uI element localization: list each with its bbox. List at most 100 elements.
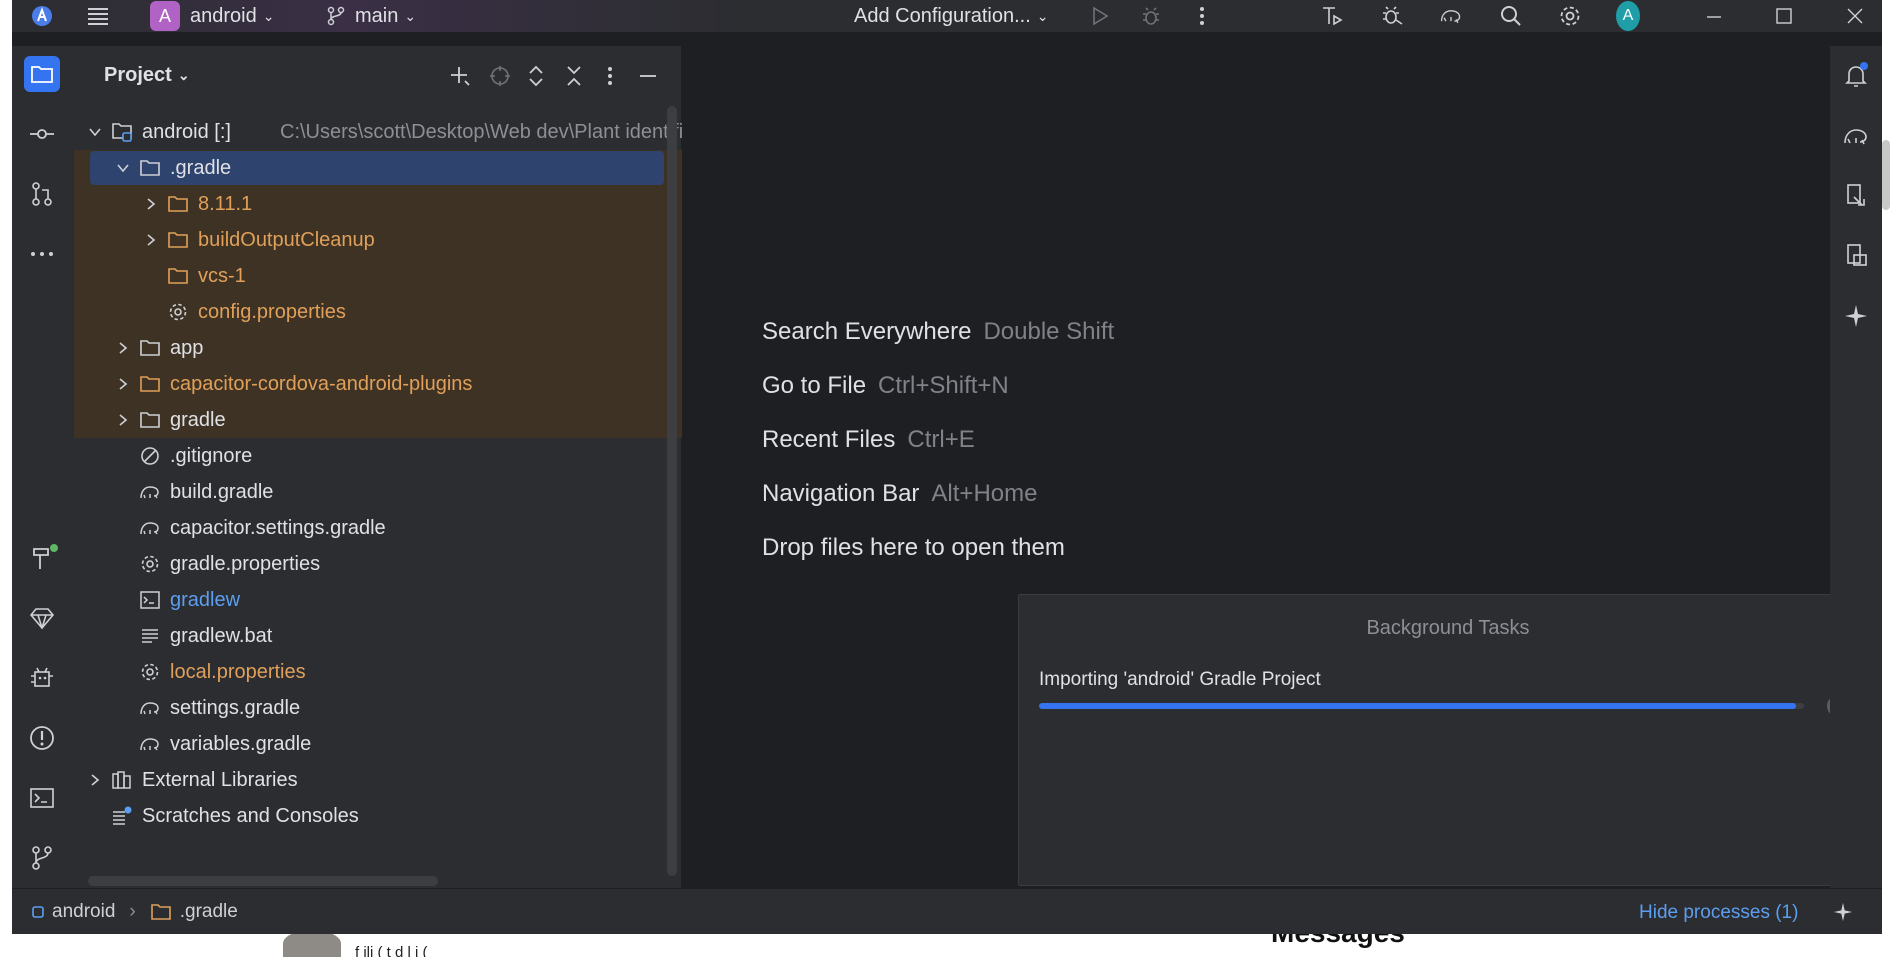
minimize-window-icon[interactable] (1702, 4, 1726, 28)
chevron-down-icon: ⌄ (262, 7, 275, 24)
terminal-tool-button[interactable] (24, 780, 60, 816)
app-inspection-tool-button[interactable] (24, 660, 60, 696)
tree-row[interactable]: Scratches and Consoles (74, 798, 682, 834)
problems-tool-button[interactable] (24, 720, 60, 756)
tree-row-label: 8.11.1 (198, 192, 253, 215)
close-window-icon[interactable] (1843, 4, 1867, 28)
hint-search-everywhere[interactable]: Search Everywhere Double Shift (762, 318, 1114, 346)
module-icon (32, 906, 44, 918)
device-manager-button[interactable] (1838, 178, 1874, 214)
run-icon[interactable] (1088, 4, 1112, 28)
left-tool-strip (12, 46, 74, 888)
avatar: A (1616, 1, 1640, 31)
main-menu-icon[interactable] (86, 4, 110, 28)
hide-processes-link[interactable]: Hide processes (1) (1639, 902, 1798, 924)
hint-action: Go to File (762, 372, 867, 399)
debug-icon[interactable] (1139, 4, 1163, 28)
debug-app-icon[interactable] (1380, 4, 1404, 28)
chevron-down-icon[interactable] (114, 159, 132, 177)
chevron-right-icon[interactable] (86, 771, 104, 789)
tree-row-label: gradlew.bat (170, 624, 273, 647)
project-switcher[interactable]: A android ⌄ (150, 0, 274, 32)
tree-row[interactable]: External Libraries (74, 762, 682, 798)
tree-row-label: capacitor.settings.gradle (170, 516, 386, 539)
commit-icon (28, 127, 56, 141)
search-icon[interactable] (1499, 4, 1523, 28)
more-tools-button[interactable] (24, 236, 60, 272)
gradle-sync-icon[interactable] (1439, 4, 1463, 28)
run-configuration-dropdown[interactable]: Add Configuration... ⌄ (854, 0, 1049, 32)
tree-row[interactable]: vcs-1 (74, 258, 682, 294)
status-bar: android › .gradle Hide processes (1) (12, 888, 1882, 934)
right-tool-strip (1830, 46, 1882, 888)
tree-row[interactable]: gradle.properties (74, 546, 682, 582)
tree-row-label: gradle (170, 408, 226, 431)
ai-assistant-button[interactable] (1838, 298, 1874, 334)
maximize-window-icon[interactable] (1772, 4, 1796, 28)
tree-row[interactable]: .gitignore (74, 438, 682, 474)
chevron-right-icon[interactable] (142, 231, 160, 249)
gradle-icon (138, 516, 162, 540)
ai-status-icon[interactable] (1830, 899, 1856, 925)
tree-row[interactable]: capacitor-cordova-android-plugins (74, 366, 682, 402)
settings-gear-icon[interactable] (1558, 4, 1582, 28)
tree-row[interactable]: buildOutputCleanup (74, 222, 682, 258)
tree-row[interactable]: 8.11.1 (74, 186, 682, 222)
tree-row[interactable]: app (74, 330, 682, 366)
breadcrumb-folder[interactable]: .gradle (180, 901, 238, 923)
version-control-tool-button[interactable] (24, 840, 60, 876)
tree-row-label: local.properties (170, 660, 306, 683)
tree-row[interactable]: android [:] C:\Users\scott\Desktop\Web de… (74, 114, 682, 150)
hide-panel-icon[interactable] (634, 62, 662, 90)
pull-requests-tool-button[interactable] (24, 176, 60, 212)
app-logo-icon (30, 4, 54, 28)
tree-row[interactable]: gradlew (74, 582, 682, 618)
tree-row[interactable]: capacitor.settings.gradle (74, 510, 682, 546)
gems-tool-button[interactable] (24, 600, 60, 636)
hint-navigation-bar[interactable]: Navigation Bar Alt+Home (762, 480, 1037, 508)
chevron-right-icon[interactable] (142, 195, 160, 213)
tree-row[interactable]: settings.gradle (74, 690, 682, 726)
project-view-selector[interactable]: Project ⌄ (104, 64, 190, 87)
tree-row[interactable]: build.gradle (74, 474, 682, 510)
tree-row-label: build.gradle (170, 480, 274, 503)
breadcrumb-project[interactable]: android (52, 901, 115, 923)
hint-recent-files[interactable]: Recent Files Ctrl+E (762, 426, 975, 454)
tree-row[interactable]: gradlew.bat (74, 618, 682, 654)
gradle-tool-button[interactable] (1838, 118, 1874, 154)
collapse-all-icon[interactable] (560, 62, 588, 90)
tree-row[interactable]: local.properties (74, 654, 682, 690)
hint-drop-files: Drop files here to open them (762, 534, 1065, 562)
commit-tool-button[interactable] (24, 116, 60, 152)
add-new-icon[interactable] (446, 62, 474, 90)
status-dot (50, 544, 58, 552)
chevron-down-icon[interactable] (86, 123, 104, 141)
more-horizontal-icon (30, 251, 54, 257)
more-actions-icon[interactable] (1190, 4, 1214, 28)
task-progress-fill (1039, 703, 1797, 709)
tree-row[interactable]: gradle (74, 402, 682, 438)
hint-go-to-file[interactable]: Go to File Ctrl+Shift+N (762, 372, 1009, 400)
running-devices-button[interactable] (1838, 238, 1874, 274)
account-avatar[interactable]: A (1616, 1, 1640, 31)
tree-row[interactable]: variables.gradle (74, 726, 682, 762)
chevron-right-icon[interactable] (114, 339, 132, 357)
branch-switcher[interactable]: main ⌄ (327, 0, 416, 32)
run-tests-icon[interactable] (1320, 4, 1344, 28)
tree-row-label: settings.gradle (170, 696, 301, 719)
browser-scrollbar[interactable] (1882, 140, 1890, 210)
folder-icon (166, 228, 190, 252)
notifications-button[interactable] (1838, 58, 1874, 94)
chevron-right-icon[interactable] (114, 375, 132, 393)
build-tool-button[interactable] (24, 540, 60, 576)
project-tool-button[interactable] (24, 56, 60, 92)
locate-file-icon[interactable] (486, 62, 514, 90)
horizontal-scrollbar[interactable] (88, 876, 438, 886)
options-menu-icon[interactable] (596, 62, 624, 90)
tree-row[interactable]: config.properties (74, 294, 682, 330)
expand-all-icon[interactable] (522, 62, 550, 90)
terminal-icon (29, 787, 55, 809)
vertical-scrollbar[interactable] (667, 106, 677, 876)
tree-row[interactable]: .gradle (74, 150, 682, 186)
chevron-right-icon[interactable] (114, 411, 132, 429)
